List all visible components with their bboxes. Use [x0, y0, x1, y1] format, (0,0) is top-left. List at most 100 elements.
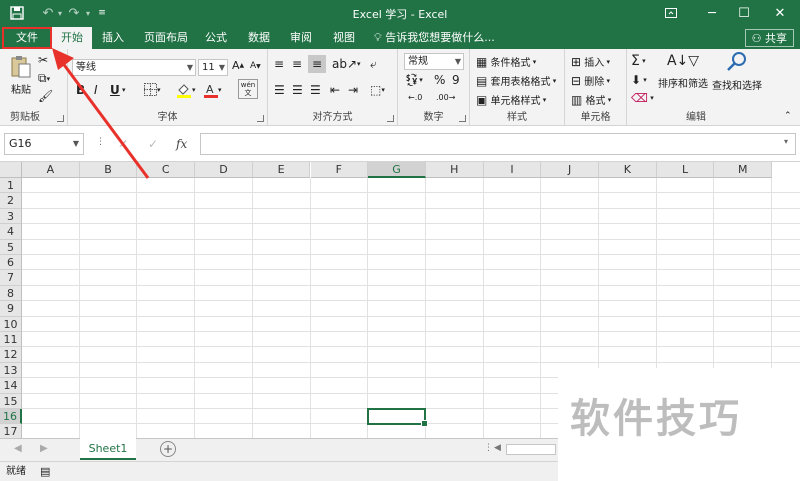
row-header[interactable]: 5: [0, 239, 22, 255]
orientation-icon[interactable]: ab↗ ▾: [332, 57, 361, 71]
align-center-icon[interactable]: ☰: [292, 83, 303, 97]
format-as-table-button[interactable]: ▤ 套用表格格式 ▾: [476, 73, 556, 89]
decrease-font-icon[interactable]: A ▼: [250, 61, 261, 71]
number-launcher-icon[interactable]: [459, 115, 466, 122]
autosum-icon[interactable]: Σ ▾: [631, 53, 646, 69]
tab-formulas[interactable]: 公式: [198, 27, 234, 49]
format-cells-button[interactable]: ▥ 格式 ▾: [571, 92, 611, 108]
horizontal-scrollbar[interactable]: [506, 444, 556, 455]
macro-record-icon[interactable]: ▤: [40, 462, 50, 481]
bold-button[interactable]: B: [76, 83, 85, 97]
tab-page-layout[interactable]: 页面布局: [138, 27, 194, 49]
row-header[interactable]: 8: [0, 285, 22, 302]
row-header[interactable]: 9: [0, 301, 22, 317]
tab-home[interactable]: 开始: [52, 27, 92, 49]
tab-insert[interactable]: 插入: [94, 27, 132, 49]
row-header[interactable]: 15: [0, 393, 22, 409]
column-header[interactable]: I: [483, 162, 542, 178]
tab-data[interactable]: 数据: [240, 27, 278, 49]
tab-review[interactable]: 审阅: [282, 27, 320, 49]
increase-font-icon[interactable]: A ▲: [232, 59, 244, 72]
row-header[interactable]: 1: [0, 178, 22, 194]
comma-style-button[interactable]: 9: [452, 73, 460, 87]
increase-indent-icon[interactable]: ⇥: [348, 83, 358, 97]
phonetic-guide-button[interactable]: wén 文: [238, 79, 258, 99]
row-header[interactable]: 14: [0, 378, 22, 394]
tab-file[interactable]: 文件: [2, 27, 52, 49]
share-button[interactable]: ⚇ 共享: [744, 29, 794, 47]
name-box[interactable]: G16 ▼: [4, 133, 84, 155]
column-header[interactable]: B: [79, 162, 138, 178]
column-header[interactable]: H: [425, 162, 484, 178]
row-header[interactable]: 6: [0, 255, 22, 271]
copy-icon[interactable]: ⧉ ▾: [38, 71, 50, 86]
wrap-text-icon[interactable]: ⤶: [370, 57, 377, 72]
row-header[interactable]: 16: [0, 409, 22, 425]
column-header[interactable]: G: [368, 162, 426, 178]
column-header[interactable]: E: [252, 162, 311, 178]
scroll-left-icon[interactable]: ◀: [494, 443, 501, 453]
fill-icon[interactable]: ⬇ ▾: [631, 73, 647, 87]
chevron-down-icon[interactable]: ▾: [122, 86, 126, 94]
align-middle-icon[interactable]: ≡: [292, 57, 302, 71]
sort-filter-button[interactable]: A↓▽ 排序和筛选: [657, 53, 709, 90]
maximize-button[interactable]: ☐: [729, 2, 759, 24]
collapse-ribbon-icon[interactable]: ⌃: [784, 111, 792, 121]
add-sheet-icon[interactable]: +: [160, 441, 176, 457]
row-header[interactable]: 17: [0, 424, 22, 438]
row-header[interactable]: 2: [0, 193, 22, 209]
next-sheet-icon[interactable]: ▶: [40, 443, 48, 454]
insert-function-icon[interactable]: fx: [176, 137, 187, 151]
number-format-select[interactable]: 常规 ▼: [404, 53, 464, 70]
delete-cells-button[interactable]: ⊟ 删除 ▾: [571, 73, 610, 89]
column-header[interactable]: L: [656, 162, 715, 178]
conditional-format-button[interactable]: ▦ 条件格式 ▾: [476, 54, 536, 70]
fill-color-icon[interactable]: ▾: [176, 82, 196, 98]
ribbon-display-options-icon[interactable]: [656, 2, 686, 24]
tell-me-box[interactable]: 💡︎ 告诉我您想要做什么...: [374, 27, 495, 49]
selected-cell[interactable]: [367, 408, 428, 428]
italic-button[interactable]: I: [94, 83, 98, 97]
clear-icon[interactable]: ⌫ ▾: [631, 91, 654, 105]
merge-center-icon[interactable]: ⬚ ▾: [370, 83, 385, 97]
decrease-decimal-icon[interactable]: .00→: [436, 93, 455, 102]
border-icon[interactable]: ▾: [144, 83, 161, 96]
row-header[interactable]: 13: [0, 362, 22, 379]
row-header[interactable]: 7: [0, 270, 22, 286]
font-launcher-icon[interactable]: [257, 115, 264, 122]
column-header[interactable]: D: [195, 162, 253, 178]
select-all-corner[interactable]: [0, 162, 22, 178]
currency-icon[interactable]: 💱︎ ▾: [404, 73, 423, 87]
font-name-select[interactable]: 等线 ▼: [72, 59, 196, 76]
underline-button[interactable]: U: [110, 83, 120, 97]
close-button[interactable]: ✕: [765, 2, 795, 24]
align-top-icon[interactable]: ≡: [274, 57, 284, 71]
expand-formula-bar-icon[interactable]: ▾: [784, 137, 788, 146]
column-header[interactable]: M: [714, 162, 773, 178]
increase-decimal-icon[interactable]: ←.0: [408, 93, 422, 102]
percent-button[interactable]: %: [434, 73, 445, 87]
column-header[interactable]: F: [310, 162, 369, 178]
cancel-icon[interactable]: ✕: [118, 137, 128, 151]
formula-input[interactable]: [200, 133, 796, 155]
font-color-icon[interactable]: A ▾: [204, 82, 222, 98]
align-left-icon[interactable]: ☰: [274, 83, 285, 97]
tab-view[interactable]: 视图: [324, 27, 364, 49]
row-header[interactable]: 12: [0, 347, 22, 363]
row-header[interactable]: 4: [0, 224, 22, 240]
enter-icon[interactable]: ✓: [148, 137, 158, 151]
cut-icon[interactable]: ✂: [38, 53, 48, 67]
clipboard-launcher-icon[interactable]: [57, 115, 64, 122]
sheet-tab[interactable]: Sheet1: [80, 438, 136, 460]
row-header[interactable]: 11: [0, 332, 22, 348]
align-bottom-icon[interactable]: ≡: [308, 55, 326, 73]
font-size-select[interactable]: 11 ▼: [198, 59, 228, 76]
find-select-button[interactable]: 查找和选择: [711, 51, 763, 92]
column-header[interactable]: K: [599, 162, 657, 178]
row-header[interactable]: 3: [0, 208, 22, 225]
prev-sheet-icon[interactable]: ◀: [14, 443, 22, 454]
split-handle-icon[interactable]: ⋮: [484, 443, 493, 453]
column-header[interactable]: J: [541, 162, 599, 178]
column-header[interactable]: A: [22, 162, 80, 178]
paste-button[interactable]: 粘贴: [8, 55, 34, 101]
